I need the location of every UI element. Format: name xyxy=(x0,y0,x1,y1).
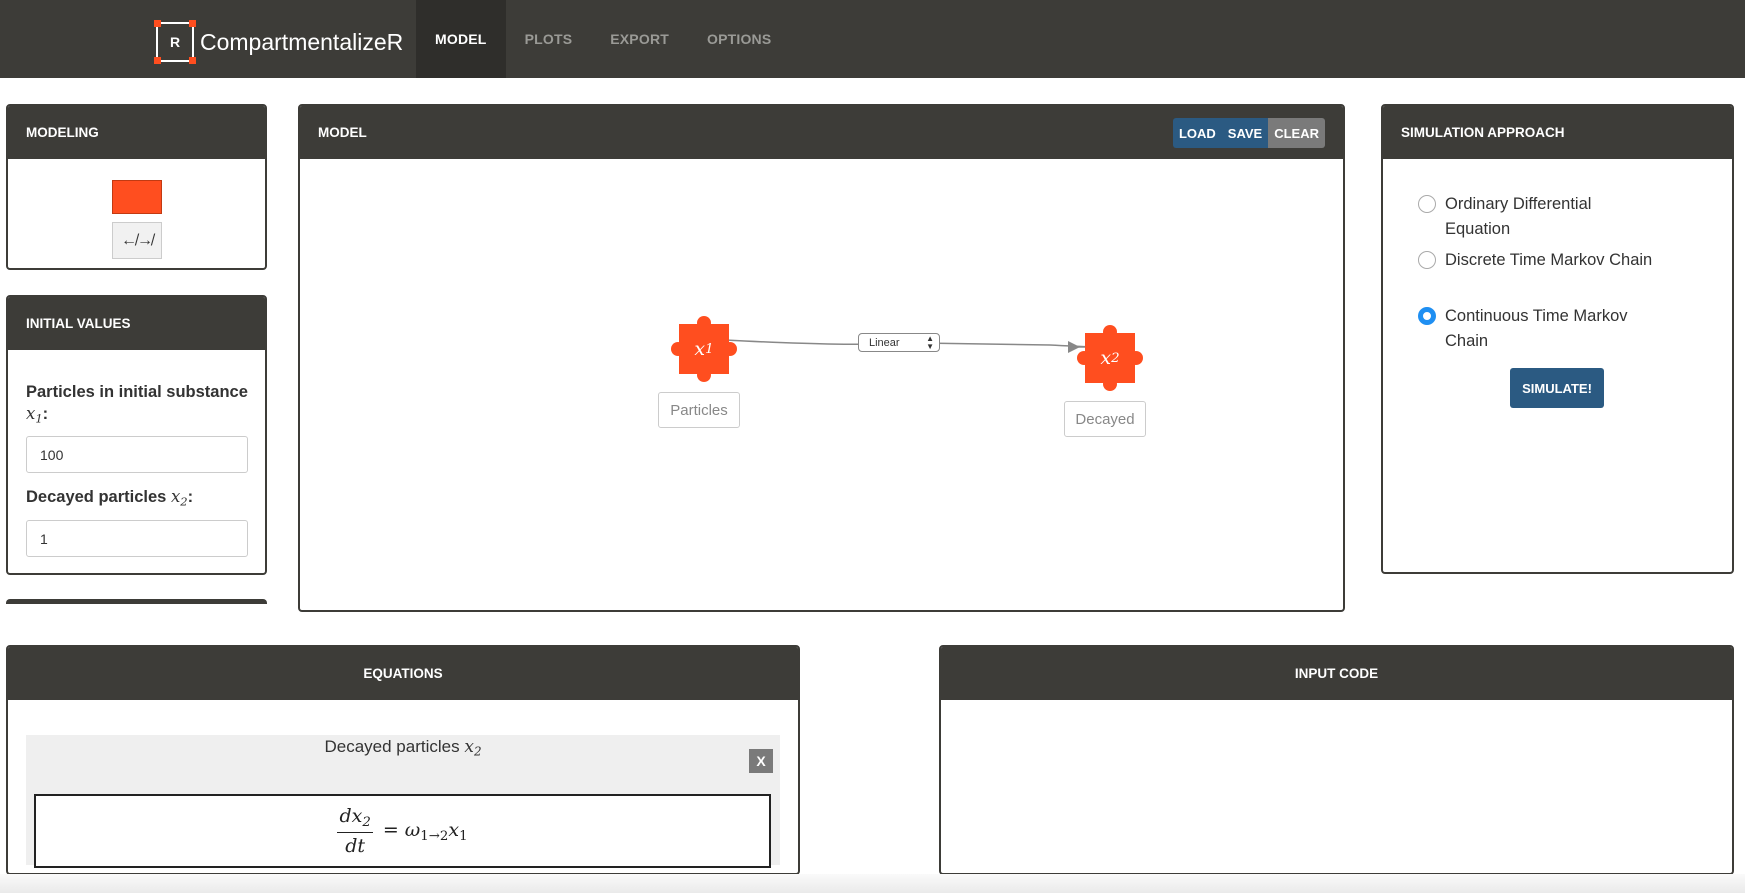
initial-substance-input[interactable] xyxy=(26,436,248,473)
radio-label: Discrete Time Markov Chain xyxy=(1445,251,1653,269)
save-button[interactable]: SAVE xyxy=(1221,118,1269,148)
close-equation-button[interactable]: X xyxy=(749,749,773,773)
equation-card-title: Decayed particles x2 xyxy=(324,737,482,759)
radio-label: Continuous Time Markov Chain xyxy=(1445,307,1628,350)
simulation-panel-title: SIMULATION APPROACH xyxy=(1383,106,1732,159)
initial-values-panel: INITIAL VALUES Particles in initial subs… xyxy=(6,295,267,575)
app-logo-icon: R xyxy=(154,20,196,64)
model-button-group: LOAD SAVE CLEAR xyxy=(1172,118,1325,148)
var-x1: x1 xyxy=(26,404,43,426)
tab-options[interactable]: OPTIONS xyxy=(688,0,790,78)
collapsed-panel-edge xyxy=(6,599,267,604)
compartment-node-x1[interactable]: x1 xyxy=(671,316,737,382)
app-title: CompartmentalizeR xyxy=(200,28,404,55)
input-code-panel-title: INPUT CODE xyxy=(941,647,1732,700)
decayed-particles-input[interactable] xyxy=(26,520,248,557)
radio-button[interactable] xyxy=(1418,195,1436,213)
brand[interactable]: R CompartmentalizeR xyxy=(154,20,404,64)
arrow-tool-button[interactable]: ↚↛ xyxy=(112,222,162,259)
rate-type-select[interactable]: Linear ▲ ▼ xyxy=(858,333,940,352)
model-panel: MODEL LOAD SAVE CLEAR x1 Particles Linea… xyxy=(298,104,1345,612)
radio-ctmc[interactable]: Continuous Time Markov Chain xyxy=(1418,304,1655,354)
tab-model[interactable]: MODEL xyxy=(416,0,506,78)
equation-formula: dx2 dt = ω1→2x1 xyxy=(34,794,771,868)
radio-ode[interactable]: Ordinary Differential Equation xyxy=(1418,192,1655,242)
radio-dtmc[interactable]: Discrete Time Markov Chain xyxy=(1418,248,1655,273)
node-x1-symbol: x1 xyxy=(679,324,729,374)
bidirectional-arrow-icon: ↚↛ xyxy=(121,231,153,249)
top-navbar: R CompartmentalizeR MODEL PLOTS EXPORT O… xyxy=(0,0,1745,78)
modeling-panel: MODELING ↚↛ xyxy=(6,104,267,270)
nav-tabs: MODEL PLOTS EXPORT OPTIONS xyxy=(416,0,790,78)
radio-button[interactable] xyxy=(1418,251,1436,269)
modeling-panel-title: MODELING xyxy=(8,106,265,159)
initial-substance-label: Particles in initial substance x1: xyxy=(26,383,248,426)
radio-button-checked[interactable] xyxy=(1418,307,1436,325)
page-bottom-edge xyxy=(0,874,1745,893)
initial-values-title: INITIAL VALUES xyxy=(8,297,265,350)
load-button[interactable]: LOAD xyxy=(1172,118,1222,148)
equations-panel: EQUATIONS Decayed particles x2 X dx2 dt … xyxy=(6,645,800,875)
model-edge[interactable] xyxy=(300,159,1343,610)
simulate-button[interactable]: SIMULATE! xyxy=(1510,368,1604,408)
logo-letter: R xyxy=(169,34,181,50)
radio-label: Ordinary Differential Equation xyxy=(1445,195,1592,238)
var-x2: x2 xyxy=(170,487,188,509)
tab-plots[interactable]: PLOTS xyxy=(506,0,592,78)
tab-export[interactable]: EXPORT xyxy=(591,0,688,78)
node-x1-name-input[interactable]: Particles xyxy=(658,392,740,428)
clear-button[interactable]: CLEAR xyxy=(1268,118,1325,148)
compartment-node-x2[interactable]: x2 xyxy=(1077,325,1143,391)
input-code-panel: INPUT CODE xyxy=(939,645,1734,875)
simulation-panel: SIMULATION APPROACH Ordinary Differentia… xyxy=(1381,104,1734,574)
equation-card: Decayed particles x2 X dx2 dt = ω1→2x1 xyxy=(26,735,780,868)
decayed-particles-label: Decayed particles x2: xyxy=(26,487,194,509)
node-x2-name-input[interactable]: Decayed xyxy=(1064,401,1146,437)
compartment-tool-button[interactable] xyxy=(112,180,162,214)
equations-panel-title: EQUATIONS xyxy=(8,647,798,700)
model-panel-title: MODEL LOAD SAVE CLEAR xyxy=(300,106,1343,159)
select-caret-icon: ▲ ▼ xyxy=(926,334,934,351)
node-x2-symbol: x2 xyxy=(1085,333,1135,383)
